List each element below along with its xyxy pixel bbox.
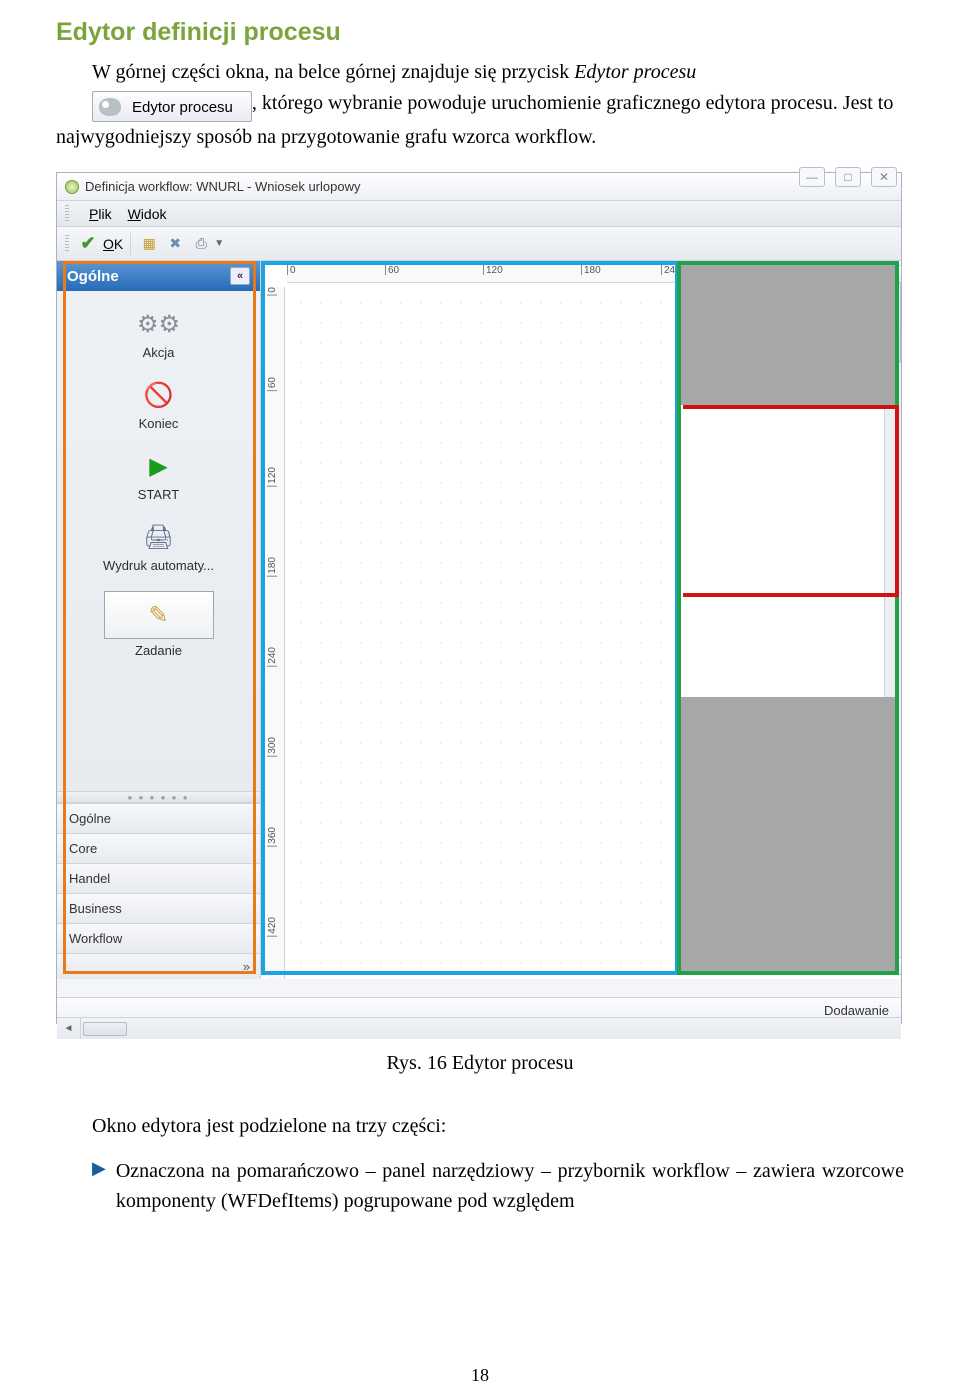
page-number: 18 (0, 1365, 960, 1386)
ruler-tick: 60 (267, 377, 277, 391)
play-icon: ▶ (139, 449, 179, 483)
ruler-horizontal: 0 60 120 180 24 (287, 265, 901, 283)
ruler-tick: 240 (267, 647, 277, 667)
collapse-button[interactable]: « (230, 267, 250, 285)
canvas-grid (287, 285, 675, 973)
grip-icon (65, 235, 69, 253)
toolbox-item-wydruk[interactable]: 🖨 Wydruk automaty... (57, 520, 260, 573)
toolbox-item-label: Koniec (57, 416, 260, 431)
app-icon (65, 180, 79, 194)
check-icon[interactable]: ✔ (77, 233, 99, 255)
bullet-icon: ▶ (92, 1158, 106, 1216)
ruler-tick: 60 (385, 265, 399, 275)
app-window: Definicja workflow: WNURL - Wniosek urlo… (56, 172, 902, 1024)
title-bar: Definicja workflow: WNURL - Wniosek urlo… (57, 173, 901, 201)
toolbox-item-akcja[interactable]: ⚙⚙ Akcja (57, 307, 260, 360)
ruler-tick: 0 (287, 265, 296, 275)
toolbox-item-zadanie[interactable]: ✎ Zadanie (57, 591, 260, 658)
sidebar-cat-handel[interactable]: Handel (57, 863, 260, 893)
menu-widok[interactable]: Widok (128, 206, 167, 222)
vertical-scrollbar[interactable]: ▲ ▼ (884, 265, 901, 975)
intro-paragraph: W górnej części okna, na belce górnej zn… (56, 57, 904, 87)
task-icon: ✎ (139, 602, 179, 628)
printer-icon: 🖨 (139, 520, 179, 554)
green-annotation-frame (677, 261, 899, 975)
ruler-tick: 120 (483, 265, 503, 275)
figure-caption: Rys. 16 Edytor procesu (56, 1052, 904, 1075)
status-text: Dodawanie (824, 1003, 889, 1018)
menu-bar: Plik Widok (57, 201, 901, 227)
ruler-tick: 360 (267, 827, 277, 847)
toolbox-item-label: Zadanie (57, 643, 260, 658)
sidebar-splitter[interactable]: ● ● ● ● ● ● (57, 791, 260, 803)
section-heading: Edytor definicji procesu (56, 18, 904, 47)
sidebar-cat-ogolne[interactable]: Ogólne (57, 803, 260, 833)
bullet-text: Oznaczona na pomarańczowo – panel narzęd… (116, 1156, 904, 1216)
scroll-up-icon[interactable]: ▲ (885, 265, 901, 283)
ruler-tick: 420 (267, 917, 277, 937)
paragraph-3: Okno edytora jest podzielone na trzy czę… (56, 1115, 904, 1138)
stop-icon: 🚫 (139, 378, 179, 412)
editor-button-illustration: Edytor procesu (92, 91, 252, 122)
horizontal-scrollbar[interactable]: ◄ (57, 1017, 901, 1039)
scroll-left-icon[interactable]: ◄ (57, 1018, 81, 1039)
ruler-tick: 120 (267, 467, 277, 487)
intro-italic: Edytor procesu (574, 61, 696, 83)
canvas-area[interactable]: 0 60 120 180 24 0 60 120 180 240 300 360… (261, 261, 901, 979)
workflow-icon (99, 98, 121, 116)
toolbox-item-start[interactable]: ▶ START (57, 449, 260, 502)
grid-toggle-icon[interactable]: ▦ (138, 233, 160, 255)
toolbox-items: ⚙⚙ Akcja 🚫 Koniec ▶ START 🖨 Wydruk autom… (57, 291, 260, 684)
dropdown-icon[interactable]: ▼ (214, 238, 224, 249)
window-title: Definicja workflow: WNURL - Wniosek urlo… (85, 179, 360, 194)
maximize-button[interactable]: □ (835, 167, 861, 187)
sidebar-expand[interactable]: » (57, 953, 260, 979)
close-button[interactable]: ✕ (871, 167, 897, 187)
toolbox-item-label: Wydruk automaty... (57, 558, 260, 573)
toolbox-item-label: Akcja (57, 345, 260, 360)
ruler-vertical: 0 60 120 180 240 300 360 420 (267, 287, 285, 979)
ruler-tick: 300 (267, 737, 277, 757)
editor-content: Ogólne « ⚙⚙ Akcja 🚫 Koniec ▶ START 🖨 (57, 261, 901, 979)
minimize-button[interactable]: — (799, 167, 825, 187)
sidebar-header[interactable]: Ogólne « (57, 261, 260, 291)
intro-text: W górnej części okna, na belce górnej zn… (92, 61, 574, 83)
grip-icon (65, 205, 69, 223)
tools-icon[interactable]: ✖ (164, 233, 186, 255)
separator (130, 233, 131, 255)
scroll-thumb[interactable] (83, 1022, 127, 1036)
menu-plik[interactable]: Plik (89, 206, 112, 222)
toolbox-item-koniec[interactable]: 🚫 Koniec (57, 378, 260, 431)
toolbox-item-label: START (57, 487, 260, 502)
sidebar-cat-workflow[interactable]: Workflow (57, 923, 260, 953)
sidebar-cat-business[interactable]: Business (57, 893, 260, 923)
scroll-thumb[interactable] (886, 283, 901, 363)
ruler-tick: 180 (581, 265, 601, 275)
toolbox-sidebar: Ogólne « ⚙⚙ Akcja 🚫 Koniec ▶ START 🖨 (57, 261, 261, 979)
print-icon[interactable]: ⎙ (190, 233, 212, 255)
editor-button-label: Edytor procesu (132, 99, 233, 116)
gears-icon: ⚙⚙ (139, 307, 179, 341)
ruler-tick: 0 (267, 287, 277, 296)
ruler-tick: 180 (267, 557, 277, 577)
ruler-tick: 24 (661, 265, 675, 275)
sidebar-header-label: Ogólne (67, 268, 119, 285)
ok-button[interactable]: OK (103, 236, 123, 252)
bullet-item: ▶ Oznaczona na pomarańczowo – panel narz… (56, 1156, 904, 1216)
scroll-down-icon[interactable]: ▼ (885, 957, 901, 975)
sidebar-cat-core[interactable]: Core (57, 833, 260, 863)
toolbar: ✔ OK ▦ ✖ ⎙ ▼ (57, 227, 901, 261)
